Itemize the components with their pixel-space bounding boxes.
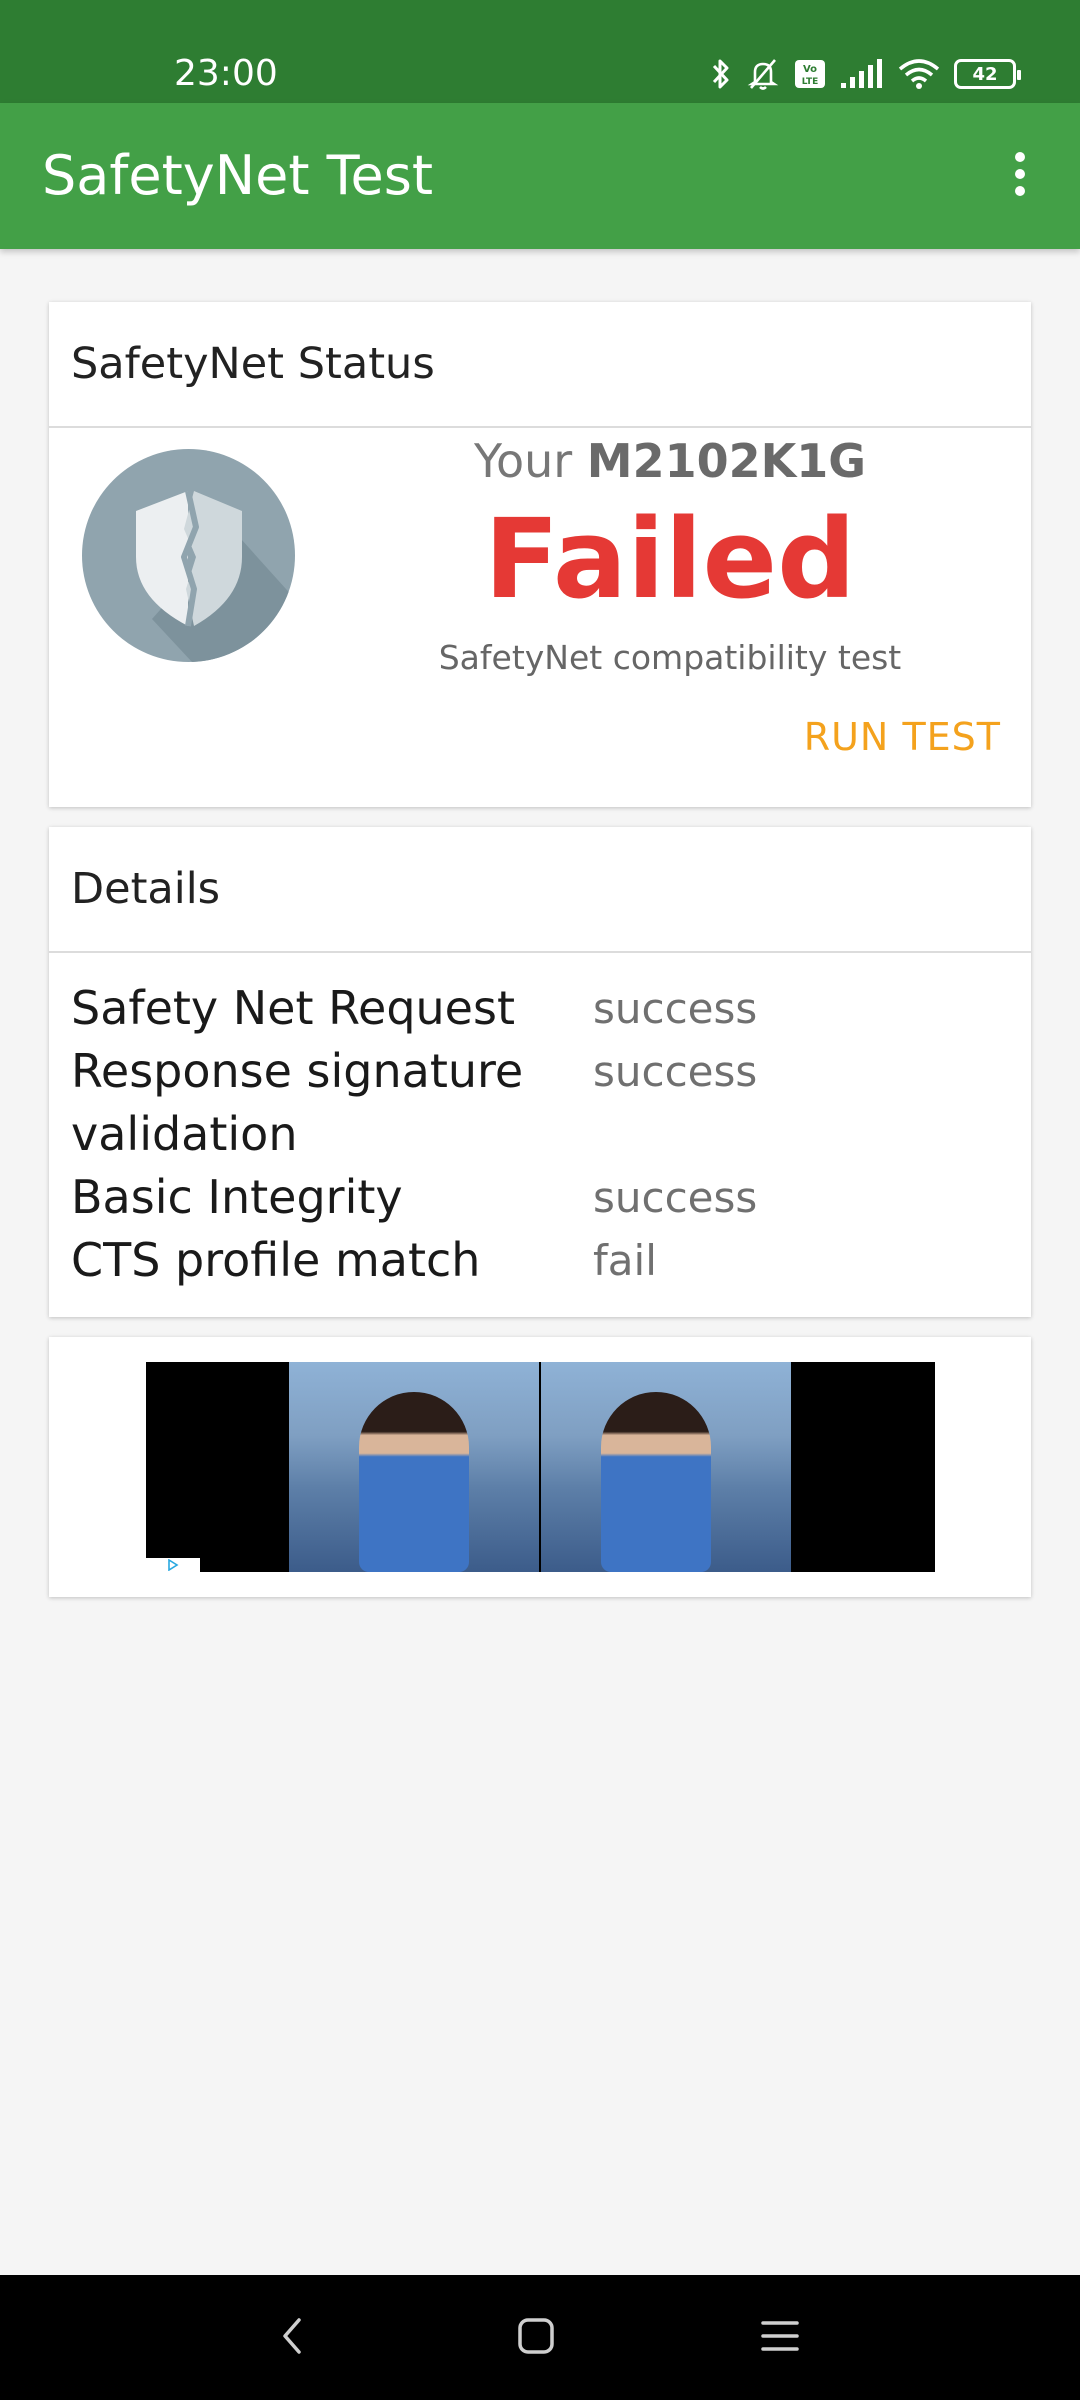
test-subtitle: SafetyNet compatibility test	[438, 638, 902, 677]
detail-value: success	[593, 984, 758, 1033]
recents-button[interactable]	[745, 2303, 815, 2373]
more-options-button[interactable]	[960, 123, 1080, 229]
battery-icon: 42	[954, 59, 1021, 89]
detail-row-basic-integrity: Basic Integrity success	[71, 1166, 1011, 1229]
status-time: 23:00	[174, 53, 278, 94]
recents-icon	[760, 2318, 800, 2358]
svg-text:Vo: Vo	[803, 64, 817, 75]
signal-icon	[840, 59, 884, 89]
detail-value: success	[593, 1047, 758, 1096]
detail-label: Basic Integrity	[71, 1170, 403, 1224]
ad-banner[interactable]	[146, 1362, 935, 1572]
more-vert-icon	[1013, 151, 1027, 201]
ad-figure	[601, 1392, 711, 1572]
back-icon	[279, 2316, 303, 2360]
run-test-button[interactable]: RUN TEST	[804, 715, 1001, 759]
details-list: Safety Net Request success Response sign…	[71, 977, 1011, 1292]
device-prefix: Your	[473, 434, 573, 488]
detail-row-cts-profile: CTS profile match fail	[71, 1229, 1011, 1292]
svg-text:LTE: LTE	[802, 77, 819, 87]
ad-image	[289, 1362, 539, 1572]
safetynet-status-card: SafetyNet Status Your M2102K1G Failed Sa…	[49, 302, 1031, 807]
detail-label: Safety Net Request	[71, 981, 515, 1035]
app-bar: SafetyNet Test	[0, 103, 1080, 249]
details-card: Details Safety Net Request success Respo…	[49, 827, 1031, 1317]
wifi-icon	[898, 58, 940, 90]
home-button[interactable]	[501, 2303, 571, 2373]
detail-label: Response signature validation	[71, 1044, 524, 1161]
device-model: M2102K1G	[586, 434, 867, 488]
back-button[interactable]	[256, 2303, 326, 2373]
app-title: SafetyNet Test	[42, 144, 434, 207]
test-result: Failed	[484, 495, 856, 623]
status-icons: Vo LTE 42	[710, 54, 1021, 94]
detail-value: success	[593, 1173, 758, 1222]
detail-value: fail	[593, 1236, 657, 1285]
detail-row-response-signature: Response signature validation success	[71, 1040, 1011, 1166]
ad-card	[49, 1337, 1031, 1597]
navigation-bar	[0, 2275, 1080, 2400]
ad-figure	[359, 1392, 469, 1572]
broken-shield-icon	[82, 449, 295, 662]
device-line: Your M2102K1G	[309, 434, 1031, 488]
detail-row-safety-net-request: Safety Net Request success	[71, 977, 1011, 1040]
status-bar: 23:00 Vo LTE 42	[0, 0, 1080, 103]
status-card-header: SafetyNet Status	[49, 302, 1031, 428]
ad-image	[541, 1362, 791, 1572]
notifications-muted-icon	[746, 57, 780, 91]
details-card-header: Details	[49, 827, 1031, 953]
battery-level: 42	[972, 63, 998, 85]
home-icon	[516, 2316, 556, 2360]
bluetooth-icon	[710, 57, 732, 91]
ad-choices-icon[interactable]	[146, 1558, 200, 1572]
detail-label: CTS profile match	[71, 1233, 481, 1287]
volte-icon: Vo LTE	[794, 59, 826, 89]
